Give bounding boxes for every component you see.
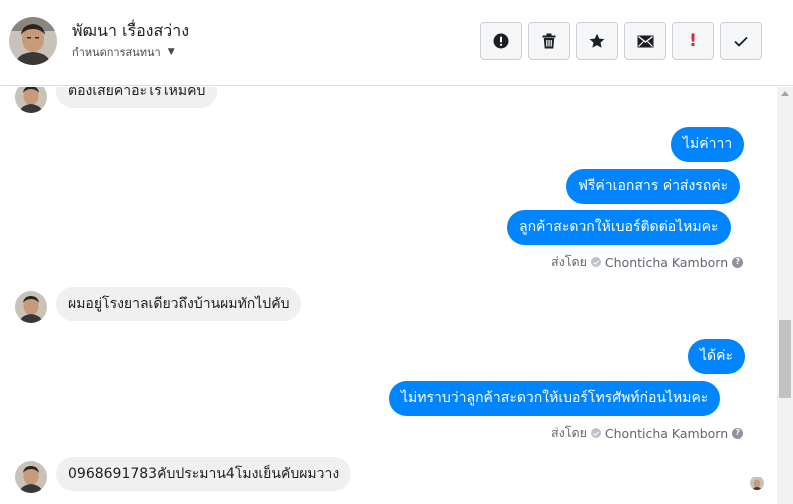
exclamation-circle-icon [493, 33, 509, 49]
sent-by-agent[interactable]: Chonticha Kamborn [605, 255, 728, 270]
outgoing-message: ฟรีค่าเอกสาร ค่าส่งรถค่ะ [566, 169, 741, 204]
incoming-message: ต้องเสียค่าอะไรไหมคับ [56, 87, 218, 108]
star-icon [589, 33, 605, 48]
outgoing-message: ได้ค่ะ [688, 339, 746, 374]
outgoing-message: ลูกค้าสะดวกให้เบอร์ติดต่อไหมคะ [507, 210, 731, 245]
sent-by-label: ส่งโดย [551, 254, 587, 269]
sender-avatar [15, 87, 47, 113]
sender-avatar [15, 461, 47, 493]
sender-avatar [15, 291, 47, 323]
chat-scrollbar[interactable] [777, 87, 793, 504]
message-thread[interactable]: ต้องเสียค่าอะไรไหมคับ ไม่ค่าาา ฟรีค่าเอก… [0, 87, 777, 504]
assign-conversation-dropdown[interactable]: กำหนดการสนทนา ▼ [72, 43, 175, 61]
sent-by-label: ส่งโดย [551, 425, 587, 440]
help-icon[interactable]: ? [732, 256, 744, 268]
delete-button[interactable] [528, 22, 570, 60]
contact-name: พัฒนา เรื่องสว่าง [72, 21, 190, 40]
outgoing-message: ไม่ทราบว่าลูกค้าสะดวกให้เบอร์โทรศัพท์ก่อ… [389, 381, 721, 416]
incoming-message: 0968691783คับประมาน4โมงเย็นคับผมวาง [56, 457, 352, 491]
assign-label: กำหนดการสนทนา [72, 46, 161, 59]
conversation-actions: ! [480, 22, 762, 60]
star-button[interactable] [576, 22, 618, 60]
sent-by-info: ส่งโดย Chonticha Kamborn ? [551, 423, 744, 443]
sent-by-info: ส่งโดย Chonticha Kamborn ? [551, 252, 744, 272]
sent-check-icon [590, 257, 601, 267]
scroll-up-arrow-icon[interactable] [781, 91, 789, 96]
conversation-header: พัฒนา เรื่องสว่าง กำหนดการสนทนา ▼ ! [0, 0, 793, 86]
spam-button[interactable] [480, 22, 522, 60]
envelope-icon [637, 35, 653, 47]
help-icon[interactable]: ? [732, 427, 744, 439]
caret-down-icon: ▼ [167, 47, 175, 57]
incoming-message: ผมอยู่โรงยาลเดียวถึงบ้านผมทักไปคับ [56, 287, 302, 321]
exclamation-icon: ! [689, 30, 697, 51]
contact-avatar[interactable] [9, 17, 57, 65]
sent-by-agent[interactable]: Chonticha Kamborn [605, 426, 728, 441]
seen-avatar [750, 476, 764, 490]
follow-up-button[interactable]: ! [672, 22, 714, 60]
scrollbar-thumb[interactable] [779, 320, 791, 398]
check-icon [734, 36, 748, 47]
mark-unread-button[interactable] [624, 22, 666, 60]
sent-check-icon [590, 428, 601, 438]
mark-done-button[interactable] [720, 22, 762, 60]
trash-icon [542, 33, 556, 49]
outgoing-message: ไม่ค่าาา [671, 127, 745, 162]
